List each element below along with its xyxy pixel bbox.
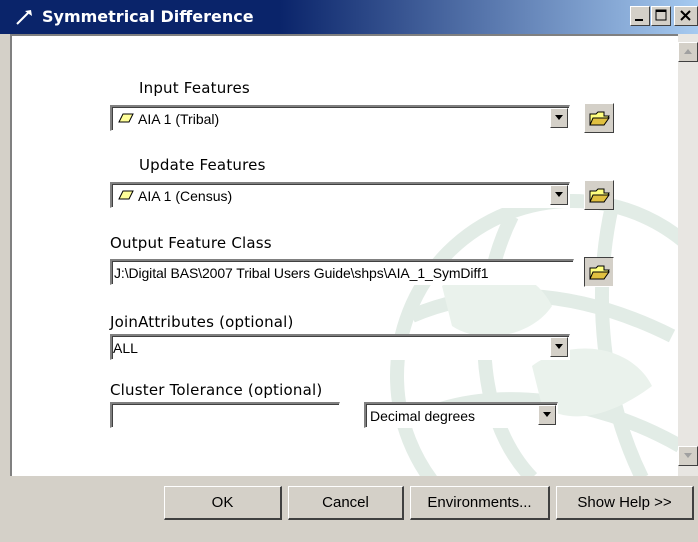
cancel-button[interactable]: Cancel [288, 486, 404, 520]
polygon-layer-icon [118, 113, 134, 123]
window-title: Symmetrical Difference [42, 7, 254, 26]
polygon-layer-icon [118, 190, 134, 200]
scroll-down-arrow-icon [684, 453, 692, 458]
update-features-dropdown[interactable]: AIA 1 (Census) [110, 182, 570, 208]
close-icon [680, 10, 691, 21]
cluster-tolerance-label: Cluster Tolerance (optional) [110, 381, 323, 399]
ok-button[interactable]: OK [164, 486, 282, 520]
cluster-tolerance-units-dropdown-arrow[interactable] [538, 405, 556, 425]
chevron-down-icon [543, 412, 551, 417]
open-folder-icon [589, 188, 610, 203]
cluster-tolerance-units-value: Decimal degrees [370, 408, 476, 424]
input-features-dropdown-arrow[interactable] [550, 108, 568, 128]
cluster-tolerance-input[interactable] [110, 402, 340, 428]
output-feature-class-value: J:\Digital BAS\2007 Tribal Users Guide\s… [114, 265, 489, 281]
vertical-scrollbar[interactable] [678, 34, 698, 476]
update-features-value: AIA 1 (Census) [138, 188, 233, 204]
join-attributes-value: ALL [113, 340, 138, 356]
join-attributes-dropdown-arrow[interactable] [550, 337, 568, 357]
tool-dialog: Symmetrical Difference Input Features AI… [0, 0, 698, 542]
cluster-tolerance-units-dropdown[interactable]: Decimal degrees [364, 402, 558, 428]
chevron-down-icon [555, 115, 563, 120]
show-help-button[interactable]: Show Help >> [556, 486, 694, 520]
input-features-value: AIA 1 (Tribal) [138, 111, 220, 127]
update-features-browse-button[interactable] [584, 180, 614, 210]
minimize-icon [635, 19, 643, 21]
input-features-browse-button[interactable] [584, 103, 614, 133]
minimize-button[interactable] [630, 6, 650, 26]
chevron-down-icon [555, 344, 563, 349]
update-features-label: Update Features [139, 156, 266, 174]
open-folder-icon [589, 265, 610, 280]
tool-hammer-icon [14, 8, 34, 26]
maximize-icon [655, 9, 667, 21]
scroll-down-button[interactable] [678, 446, 698, 466]
output-feature-class-browse-button[interactable] [584, 257, 614, 287]
update-features-dropdown-arrow[interactable] [550, 185, 568, 205]
scroll-up-button[interactable] [678, 42, 698, 62]
chevron-down-icon [555, 192, 563, 197]
scroll-up-arrow-icon [684, 49, 692, 54]
title-bar[interactable]: Symmetrical Difference [0, 0, 698, 34]
output-feature-class-label: Output Feature Class [110, 234, 272, 252]
input-features-dropdown[interactable]: AIA 1 (Tribal) [110, 105, 570, 131]
environments-button[interactable]: Environments... [410, 486, 550, 520]
open-folder-icon [589, 111, 610, 126]
input-features-label: Input Features [139, 79, 250, 97]
parameters-panel: Input Features AIA 1 (Tribal) Update Fea… [10, 34, 678, 476]
close-button[interactable] [674, 6, 698, 26]
maximize-button[interactable] [651, 6, 671, 26]
join-attributes-label: JoinAttributes (optional) [110, 313, 294, 331]
join-attributes-dropdown[interactable]: ALL [110, 334, 570, 360]
output-feature-class-input[interactable]: J:\Digital BAS\2007 Tribal Users Guide\s… [110, 259, 574, 285]
